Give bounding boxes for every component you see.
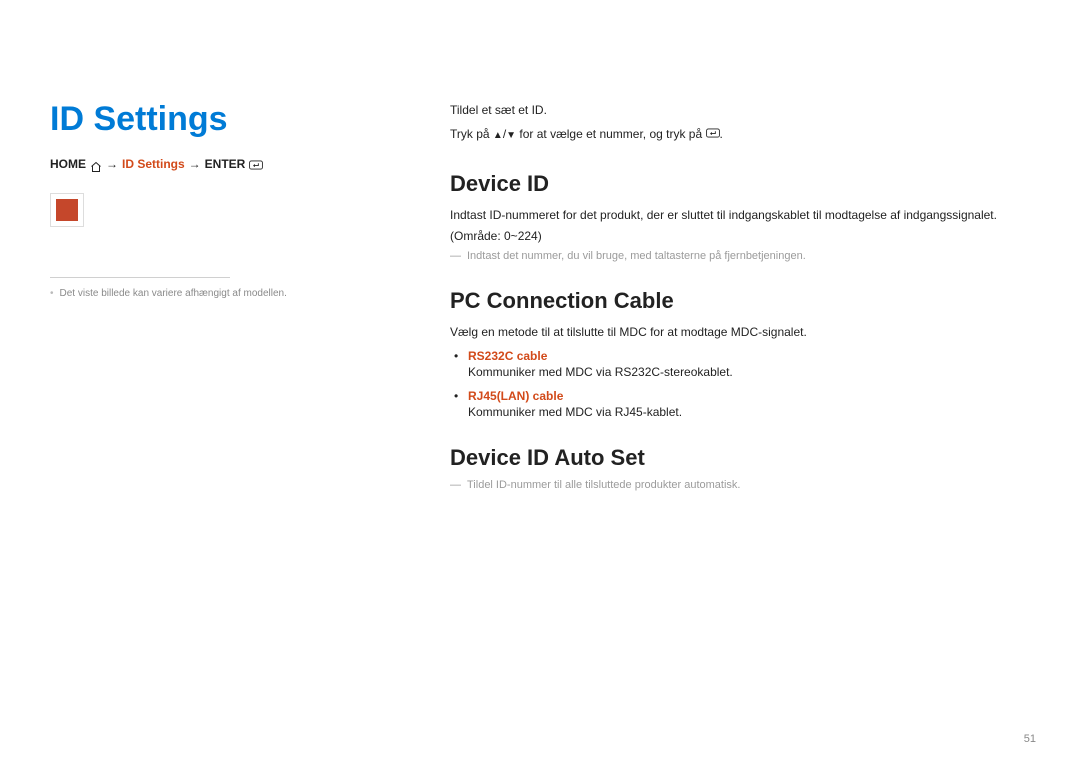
left-column: ID Settings HOME → ID Settings → ENTER D… [50,100,410,495]
crumb-arrow-1: → [106,157,118,171]
list-item: RS232C cable Kommuniker med MDC via RS23… [468,349,1030,379]
page-title: ID Settings [50,100,410,139]
crumb-id-settings: ID Settings [122,157,185,171]
auto-set-note: ― Tildel ID-nummer til alle tilsluttede … [450,479,1030,491]
breadcrumb: HOME → ID Settings → ENTER [50,157,410,171]
crumb-home: HOME [50,157,86,171]
opt-rj45-title: RJ45(LAN) cable [468,389,563,403]
enter-icon-inline [706,125,720,145]
divider [50,277,230,278]
opt-rj45-desc: Kommuniker med MDC via RJ45-kablet. [468,405,1030,419]
crumb-enter: ENTER [205,157,246,171]
heading-auto-set: Device ID Auto Set [450,445,1030,471]
intro-line2: Tryk på ▲/▼ for at vælge et nummer, og t… [450,124,1030,145]
page-number: 51 [1024,733,1036,745]
heading-pc-connection: PC Connection Cable [450,288,1030,314]
pc-conn-options: RS232C cable Kommuniker med MDC via RS23… [450,349,1030,419]
dash-icon: ― [450,479,461,491]
device-id-body: Indtast ID-nummeret for det produkt, der… [450,205,1030,246]
intro-line1: Tildel et sæt et ID. [450,100,1030,120]
list-item: RJ45(LAN) cable Kommuniker med MDC via R… [468,389,1030,419]
pc-conn-body: Vælg en metode til at tilslutte til MDC … [450,322,1030,342]
intro-line2b: for at vælge et nummer, og tryk på [519,127,702,141]
heading-device-id: Device ID [450,171,1030,197]
device-id-note: ― Indtast det nummer, du vil bruge, med … [450,250,1030,262]
model-footnote: Det viste billede kan variere afhængigt … [50,288,410,299]
thumbnail-swatch [56,199,78,221]
intro-line2c: . [720,127,723,141]
arrow-down-icon: ▼ [506,130,516,141]
auto-set-note-text: Tildel ID-nummer til alle tilsluttede pr… [467,479,740,491]
intro-line2a: Tryk på [450,127,490,141]
crumb-arrow-2: → [189,157,201,171]
page-container: ID Settings HOME → ID Settings → ENTER D… [50,100,1030,495]
right-column: Tildel et sæt et ID. Tryk på ▲/▼ for at … [450,100,1030,495]
enter-icon [249,157,263,171]
device-id-note-text: Indtast det nummer, du vil bruge, med ta… [467,250,806,262]
dash-icon: ― [450,250,461,262]
thumbnail-box [50,193,84,227]
opt-rs232c-desc: Kommuniker med MDC via RS232C-stereokabl… [468,365,1030,379]
opt-rs232c-title: RS232C cable [468,349,547,363]
arrow-up-icon: ▲ [493,130,503,141]
home-icon [90,159,102,169]
